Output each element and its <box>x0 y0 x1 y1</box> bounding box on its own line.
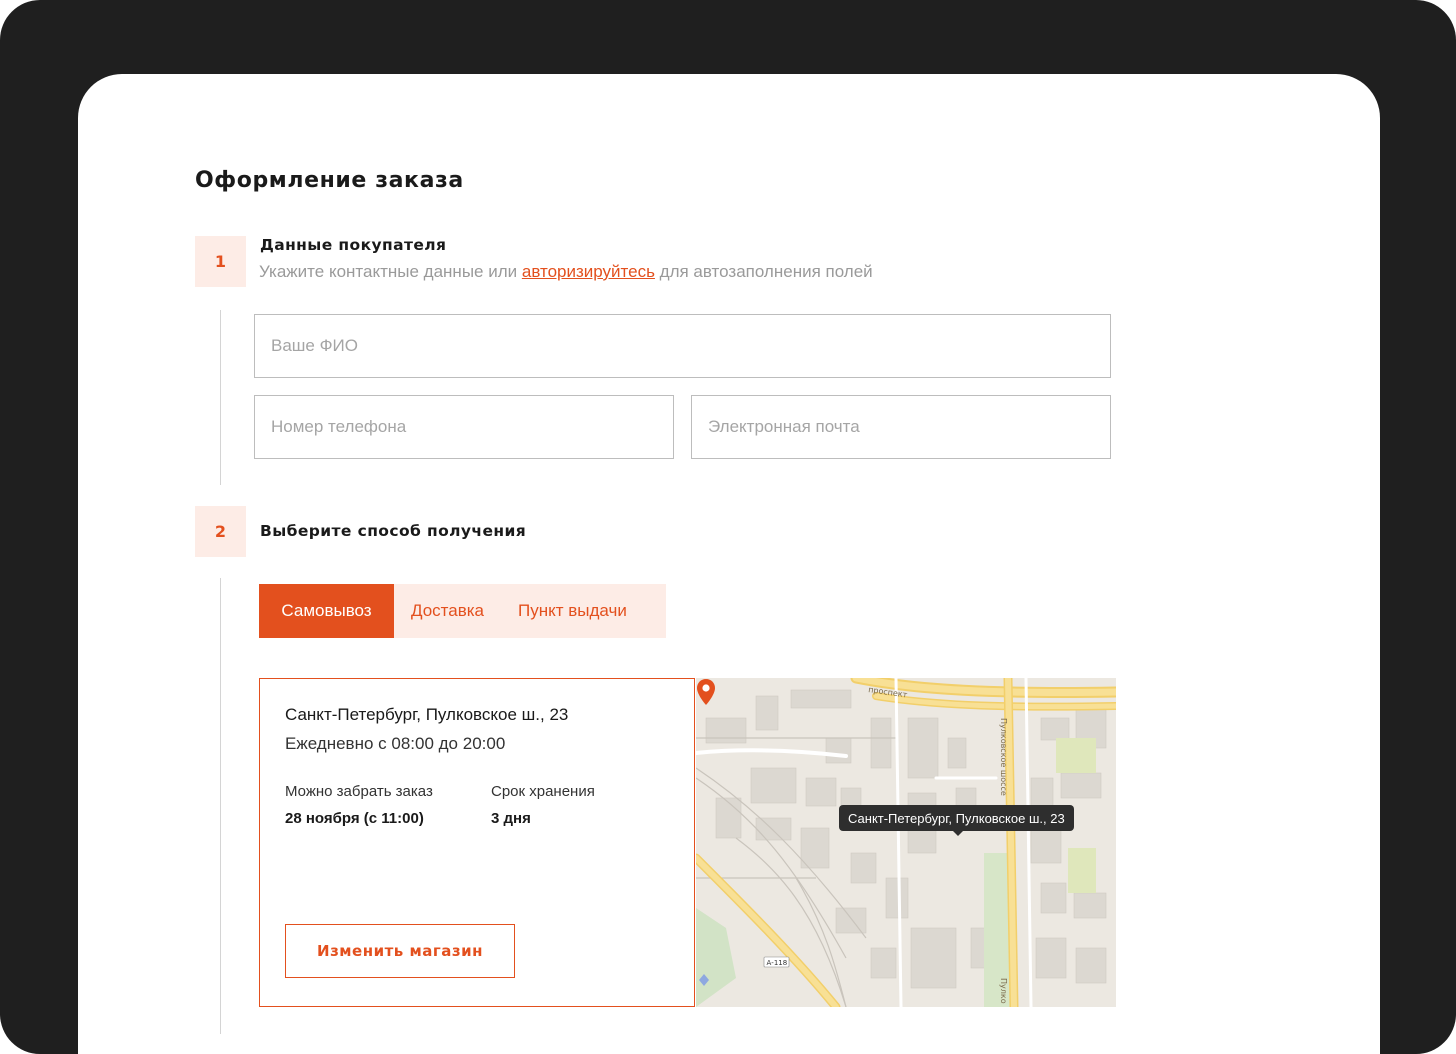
storage-period-label: Срок хранения <box>491 783 595 800</box>
tab-delivery[interactable]: Доставка <box>394 584 501 638</box>
login-link[interactable]: авторизируйтесь <box>522 262 655 281</box>
map-road-label-bottom: Пулко <box>999 978 1008 1004</box>
device-frame: Оформление заказа 1 Данные покупателя Ук… <box>0 0 1456 1054</box>
checkout-page: Оформление заказа 1 Данные покупателя Ук… <box>78 74 1380 1054</box>
page-title: Оформление заказа <box>195 168 464 193</box>
delivery-method-tabs: Самовывоз Доставка Пункт выдачи <box>259 584 666 638</box>
map-road-badge: А-118 <box>767 959 788 967</box>
step-1-connector-line <box>220 310 221 485</box>
tab-pickup[interactable]: Самовывоз <box>259 584 394 638</box>
step-1-subtitle: Укажите контактные данные или авторизиру… <box>259 262 873 282</box>
step-1-title: Данные покупателя <box>260 236 447 254</box>
store-card: Санкт-Петербург, Пулковское ш., 23 Ежедн… <box>259 678 695 1007</box>
subtitle-text-before: Укажите контактные данные или <box>259 262 522 281</box>
map-tooltip: Санкт-Петербург, Пулковское ш., 23 <box>839 805 1074 836</box>
tab-pickup-point[interactable]: Пункт выдачи <box>501 584 644 638</box>
pickup-date-value: 28 ноября (с 11:00) <box>285 810 424 827</box>
email-input[interactable] <box>691 395 1111 459</box>
store-address: Санкт-Петербург, Пулковское ш., 23 <box>285 705 569 724</box>
full-name-input[interactable] <box>254 314 1111 378</box>
store-hours: Ежедневно с 08:00 до 20:00 <box>285 734 506 753</box>
map-tiles: проспект Пулковское шоссе Пулко А-118 <box>696 678 1116 1007</box>
storage-period-value: 3 дня <box>491 810 531 827</box>
map-pin-icon[interactable] <box>696 678 716 706</box>
store-map[interactable]: проспект Пулковское шоссе Пулко А-118 Са… <box>696 678 1116 1007</box>
map-road-label-vertical: Пулковское шоссе <box>999 718 1008 796</box>
phone-input[interactable] <box>254 395 674 459</box>
change-store-button[interactable]: Изменить магазин <box>285 924 515 978</box>
subtitle-text-after: для автозаполнения полей <box>654 262 873 281</box>
step-2-title: Выберите способ получения <box>260 522 527 540</box>
pickup-date-label: Можно забрать заказ <box>285 783 433 800</box>
step-1-number: 1 <box>195 236 246 287</box>
step-2-number: 2 <box>195 506 246 557</box>
step-2-connector-line <box>220 578 221 1034</box>
